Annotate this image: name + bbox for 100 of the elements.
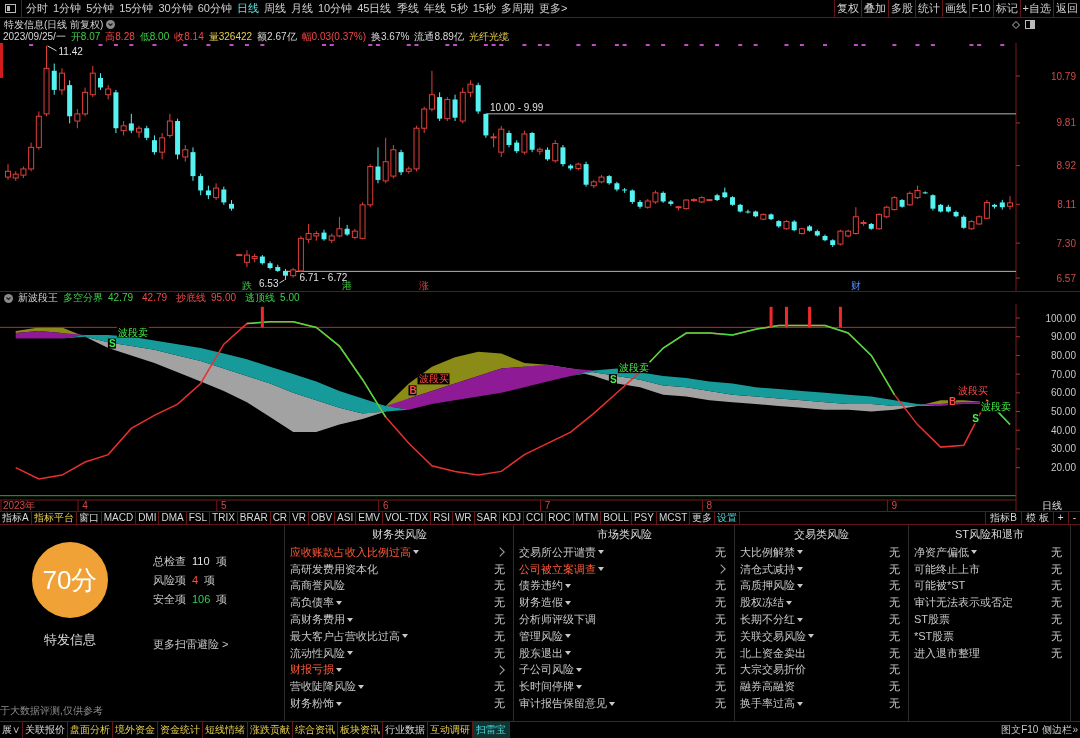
caret-icon[interactable] <box>609 701 615 706</box>
chevron-right-icon[interactable] <box>499 664 505 675</box>
bottom-tab[interactable]: 资金统计 <box>158 722 203 738</box>
risk-item-label[interactable]: 最大客户占营收比过高 <box>290 630 400 642</box>
bottom-tab[interactable]: 板块资讯 <box>338 722 383 738</box>
caret-icon[interactable] <box>402 634 408 639</box>
period-tab[interactable]: 60分钟 <box>196 3 233 14</box>
period-tab[interactable]: 多周期 <box>499 3 535 14</box>
risk-item-label[interactable]: 子公司风险 <box>519 664 574 676</box>
indicator-tab[interactable]: TRIX <box>210 512 238 524</box>
indicator-tab[interactable]: FSL <box>186 512 211 524</box>
risk-item-label[interactable]: *ST股票 <box>914 630 955 642</box>
more-scan-link[interactable]: 更多扫雷避险 > <box>153 636 229 653</box>
caret-icon[interactable] <box>797 550 803 555</box>
indicator-tab[interactable]: 更多 <box>690 512 716 524</box>
period-tab[interactable]: 周线 <box>263 3 287 14</box>
caret-icon[interactable] <box>565 651 571 656</box>
risk-item-label[interactable]: 可能终止上市 <box>914 563 980 575</box>
toolbar-button[interactable]: +自选 <box>1019 0 1053 17</box>
period-tab[interactable]: 45日线 <box>356 3 393 14</box>
risk-item-label[interactable]: 营收陡降风险 <box>290 681 356 693</box>
caret-icon[interactable] <box>336 667 342 672</box>
risk-item-label[interactable]: 高商誉风险 <box>290 580 345 592</box>
period-tab[interactable]: 季线 <box>395 3 420 14</box>
risk-item-label[interactable]: ST股票 <box>914 614 951 626</box>
risk-item-label[interactable]: 债券违约 <box>519 580 563 592</box>
indicator-tab[interactable]: BOLL <box>601 512 632 524</box>
indicator-tab[interactable]: CR <box>270 512 291 524</box>
toolbar-button[interactable]: 画线 <box>941 0 969 17</box>
indicator-tab[interactable]: VOL-TDX <box>382 512 432 524</box>
indicator-tab[interactable]: - <box>1067 512 1080 524</box>
caret-icon[interactable] <box>971 550 977 555</box>
indicator-menu-icon[interactable] <box>4 293 13 303</box>
risk-item-label[interactable]: 财务造假 <box>519 597 563 609</box>
risk-item-label[interactable]: 分析师评级下调 <box>519 614 596 626</box>
indicator-tab[interactable]: MTM <box>573 512 602 524</box>
risk-item-label[interactable]: 融券高融资 <box>740 681 795 693</box>
caret-icon[interactable] <box>565 600 571 605</box>
period-tab[interactable]: 30分钟 <box>157 3 194 14</box>
caret-icon[interactable] <box>347 617 353 622</box>
dropdown-icon[interactable] <box>106 20 116 29</box>
risk-item-label[interactable]: 换手率过高 <box>740 698 795 710</box>
indicator-tab[interactable]: MACD <box>101 512 137 524</box>
indicator-tab[interactable]: ROC <box>546 512 574 524</box>
caret-icon[interactable] <box>797 584 803 588</box>
period-tab[interactable]: 5分钟 <box>85 3 116 14</box>
risk-item-label[interactable]: 审计报告保留意见 <box>519 698 607 710</box>
indicator-tab[interactable]: PSY <box>631 512 657 524</box>
caret-icon[interactable] <box>576 684 582 689</box>
risk-item-label[interactable]: 长时间停牌 <box>519 681 574 693</box>
risk-item-label[interactable]: 长期不分红 <box>740 614 795 626</box>
toolbar-button[interactable]: 标记 <box>992 0 1020 17</box>
bottom-tab[interactable]: 盘面分析 <box>68 722 113 738</box>
indicator-tab[interactable]: EMV <box>356 512 383 524</box>
caret-icon[interactable] <box>336 600 342 605</box>
caret-icon[interactable] <box>358 684 364 689</box>
risk-item-label[interactable]: 财务粉饰 <box>290 698 334 710</box>
indicator-tab[interactable]: 指标B <box>985 512 1022 524</box>
indicator-tab[interactable]: + <box>1052 512 1068 524</box>
indicator-tab[interactable]: OBV <box>309 512 336 524</box>
period-tab[interactable]: 5秒 <box>449 3 469 14</box>
indicator-tab[interactable]: SAR <box>474 512 501 524</box>
toolbar-button[interactable]: 多股 <box>887 0 915 17</box>
toolbar-button[interactable]: 统计 <box>914 0 942 17</box>
period-tab[interactable]: 日线 <box>236 3 260 14</box>
risk-item-label[interactable]: 清仓式减持 <box>740 563 795 575</box>
indicator-tab[interactable]: 指标平台 <box>31 512 77 524</box>
caret-icon[interactable] <box>797 701 803 706</box>
caret-icon[interactable] <box>347 651 353 656</box>
caret-icon[interactable] <box>598 550 604 555</box>
risk-item-label[interactable]: 高财务费用 <box>290 614 345 626</box>
chevron-right-icon[interactable] <box>720 564 726 575</box>
caret-icon[interactable] <box>598 567 604 572</box>
side-button[interactable]: 侧边栏» <box>1040 722 1080 738</box>
toolbar-button[interactable]: 叠加 <box>860 0 888 17</box>
indicator-tab[interactable]: MCST <box>656 512 691 524</box>
period-tab[interactable]: 分时 <box>25 3 49 14</box>
risk-item-label[interactable]: 高负债率 <box>290 597 334 609</box>
panel-icon[interactable] <box>1025 20 1035 29</box>
risk-item-label[interactable]: 管理风险 <box>519 630 563 642</box>
risk-item-label[interactable]: 股东退出 <box>519 647 563 659</box>
risk-item-label[interactable]: 股权冻结 <box>740 597 784 609</box>
bottom-tab[interactable]: 关联报价 <box>23 722 68 738</box>
toolbar-button[interactable]: 复权 <box>833 0 861 17</box>
risk-item-label[interactable]: 北上资金卖出 <box>740 647 806 659</box>
period-tab[interactable]: 15秒 <box>471 3 497 14</box>
toolbar-button[interactable]: 返回 <box>1053 0 1080 17</box>
indicator-tab[interactable]: ASI <box>335 512 357 524</box>
indicator-tab[interactable]: 指标A <box>0 512 32 524</box>
bottom-tab[interactable]: 短线情绪 <box>203 722 248 738</box>
risk-item-label[interactable]: 关联交易风险 <box>740 630 806 642</box>
indicator-tab[interactable]: CCI <box>524 512 547 524</box>
indicator-tab[interactable]: VR <box>290 512 309 524</box>
indicator-tab[interactable]: DMI <box>136 512 160 524</box>
risk-item-label[interactable]: 进入退市整理 <box>914 647 980 659</box>
period-tab[interactable]: 更多> <box>537 3 569 14</box>
period-tab[interactable]: 10分钟 <box>317 3 354 14</box>
caret-icon[interactable] <box>797 567 803 572</box>
risk-item-label[interactable]: 审计无法表示或否定 <box>914 597 1013 609</box>
risk-item-label[interactable]: 公司被立案调查 <box>519 563 596 575</box>
